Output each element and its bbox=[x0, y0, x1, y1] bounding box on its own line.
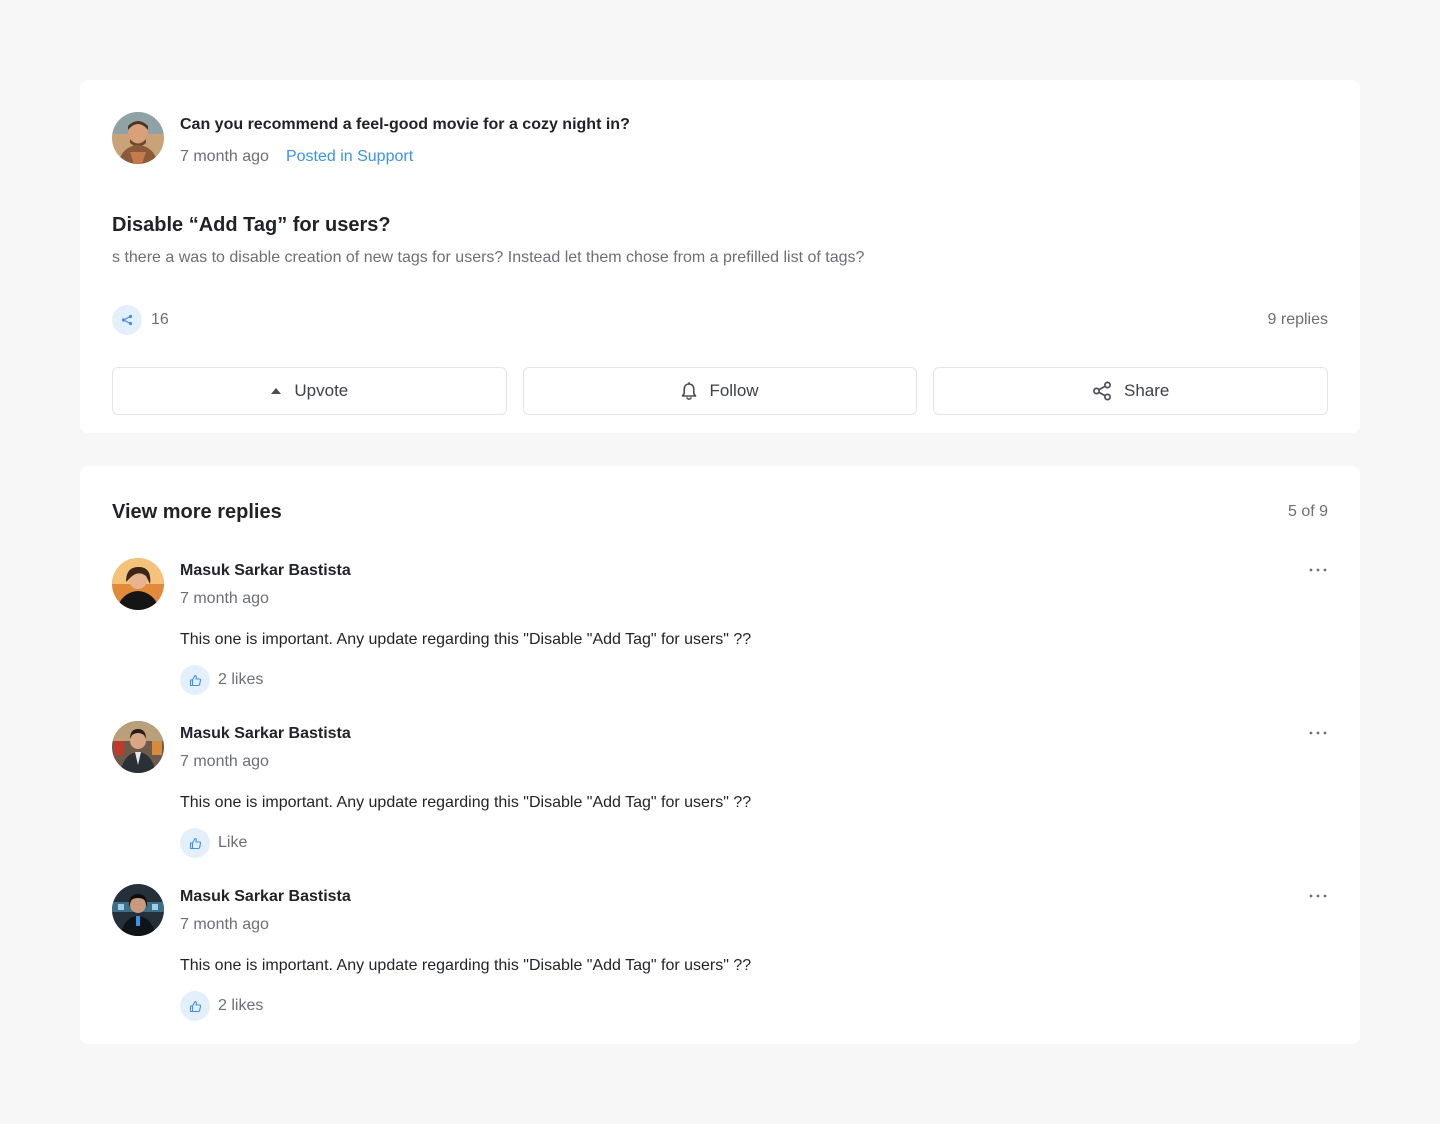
replies-title[interactable]: View more replies bbox=[112, 501, 282, 524]
reply-like-count: Like bbox=[218, 834, 248, 851]
replies-card: View more replies 5 of 9 Masuk Sarkar Ba… bbox=[80, 466, 1360, 1044]
post-actions: Upvote Follow Share bbox=[112, 367, 1329, 415]
post-stats: 16 9 replies bbox=[112, 305, 1328, 335]
reply-author[interactable]: Masuk Sarkar Bastista bbox=[180, 724, 351, 744]
reply-like-button[interactable]: 2 likes bbox=[180, 991, 1328, 1021]
replies-pager: 5 of 9 bbox=[1287, 503, 1328, 520]
share-stat: 16 bbox=[112, 305, 169, 335]
reply-like-button[interactable]: Like bbox=[180, 828, 1328, 858]
reply-time: 7 month ago bbox=[180, 916, 269, 933]
more-options-icon[interactable] bbox=[1308, 560, 1328, 580]
upvote-label: Upvote bbox=[294, 381, 349, 400]
reply-like-count: 2 likes bbox=[218, 671, 264, 688]
reply-avatar[interactable] bbox=[112, 558, 164, 610]
reply-like-button[interactable]: 2 likes bbox=[180, 665, 1328, 695]
reply-avatar[interactable] bbox=[112, 884, 164, 936]
reply-text: This one is important. Any update regard… bbox=[180, 957, 752, 974]
replies-count[interactable]: 9 replies bbox=[1268, 311, 1328, 329]
reply-avatar[interactable] bbox=[112, 721, 164, 773]
thumbs-up-icon bbox=[180, 828, 210, 858]
thumbs-up-icon bbox=[180, 991, 210, 1021]
reply-time: 7 month ago bbox=[180, 590, 269, 607]
reply-item: Masuk Sarkar Bastista 7 month ago This o… bbox=[112, 884, 1328, 1021]
reply-item: Masuk Sarkar Bastista 7 month ago This o… bbox=[112, 558, 1328, 695]
reply-text: This one is important. Any update regard… bbox=[180, 794, 752, 811]
reply-item: Masuk Sarkar Bastista 7 month ago This o… bbox=[112, 721, 1328, 858]
reply-author[interactable]: Masuk Sarkar Bastista bbox=[180, 561, 351, 581]
post-question[interactable]: Can you recommend a feel-good movie for … bbox=[180, 115, 630, 135]
share-count-icon[interactable] bbox=[112, 305, 142, 335]
reply-author[interactable]: Masuk Sarkar Bastista bbox=[180, 887, 351, 907]
thumbs-up-icon bbox=[180, 665, 210, 695]
post-header: Can you recommend a feel-good movie for … bbox=[112, 112, 1328, 168]
follow-label: Follow bbox=[709, 381, 759, 400]
follow-button[interactable]: Follow bbox=[522, 367, 918, 415]
author-avatar[interactable] bbox=[112, 112, 164, 164]
post-card: Can you recommend a feel-good movie for … bbox=[80, 80, 1360, 433]
reply-text: This one is important. Any update regard… bbox=[180, 631, 752, 648]
more-options-icon[interactable] bbox=[1308, 723, 1328, 743]
post-time: 7 month ago bbox=[180, 148, 269, 165]
posted-in-link[interactable]: Posted in Support bbox=[286, 147, 413, 167]
share-icon bbox=[1092, 381, 1112, 401]
post-body: s there a was to disable creation of new… bbox=[112, 249, 865, 266]
share-label: Share bbox=[1123, 381, 1170, 400]
replies-header: View more replies 5 of 9 bbox=[112, 492, 1328, 532]
share-button[interactable]: Share bbox=[933, 367, 1329, 415]
reply-time: 7 month ago bbox=[180, 753, 269, 770]
post-meta: Can you recommend a feel-good movie for … bbox=[180, 112, 630, 167]
more-options-icon[interactable] bbox=[1308, 886, 1328, 906]
post-title: Disable “Add Tag” for users? bbox=[112, 214, 391, 236]
bell-icon bbox=[681, 381, 697, 401]
caret-up-icon bbox=[270, 387, 282, 395]
share-count: 16 bbox=[151, 311, 169, 328]
reply-like-count: 2 likes bbox=[218, 997, 264, 1014]
post-subinfo: 7 month ago Posted in Support bbox=[180, 147, 630, 167]
upvote-button[interactable]: Upvote bbox=[112, 367, 507, 415]
